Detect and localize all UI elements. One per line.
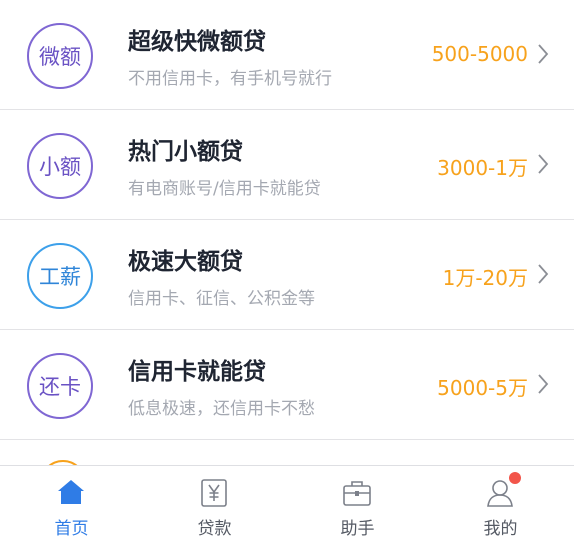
loan-subtitle: 有电商账号/信用卡就能贷 xyxy=(128,179,321,199)
loan-item-0[interactable]: 微额 超级快微额贷 不用信用卡，有手机号就行 500-5000 xyxy=(0,0,574,110)
loan-title: 信用卡就能贷 xyxy=(128,359,266,385)
tab-assistant[interactable]: 助手 xyxy=(286,466,429,552)
loan-item-3[interactable]: 还卡 信用卡就能贷 低息极速，还信用卡不愁 5000-5万 xyxy=(0,330,574,440)
notification-dot xyxy=(509,472,521,484)
loan-range: 500-5000 xyxy=(431,42,528,66)
briefcase-icon xyxy=(343,481,371,506)
chevron-right-icon xyxy=(538,44,549,64)
loan-badge: 还卡 xyxy=(27,353,93,419)
chevron-right-icon xyxy=(538,264,549,284)
bottom-tab-bar: 首页 贷款 助手 我的 xyxy=(0,465,574,552)
tab-home[interactable]: 首页 xyxy=(0,466,143,552)
loan-range: 5000-5万 xyxy=(437,376,528,400)
tab-label: 贷款 xyxy=(197,519,232,539)
home-icon xyxy=(58,480,84,504)
tab-mine[interactable]: 我的 xyxy=(429,466,572,552)
chevron-right-icon xyxy=(538,374,549,394)
loan-subtitle: 不用信用卡，有手机号就行 xyxy=(128,69,332,89)
loan-title: 极速大额贷 xyxy=(128,249,243,275)
loan-badge: 小额 xyxy=(27,133,93,199)
loan-title: 热门小额贷 xyxy=(128,139,243,165)
loan-badge: 微额 xyxy=(27,23,93,89)
loan-range: 3000-1万 xyxy=(437,156,528,180)
loan-item-2[interactable]: 工薪 极速大额贷 信用卡、征信、公积金等 1万-20万 xyxy=(0,220,574,330)
loan-subtitle: 信用卡、征信、公积金等 xyxy=(128,289,315,309)
tab-label: 首页 xyxy=(54,519,89,539)
tab-label: 我的 xyxy=(483,519,518,539)
loan-badge: 工薪 xyxy=(27,243,93,309)
yen-icon xyxy=(201,479,227,507)
loan-item-1[interactable]: 小额 热门小额贷 有电商账号/信用卡就能贷 3000-1万 xyxy=(0,110,574,220)
tab-loans[interactable]: 贷款 xyxy=(143,466,286,552)
loan-subtitle: 低息极速，还信用卡不愁 xyxy=(128,399,315,419)
loan-list: 微额 超级快微额贷 不用信用卡，有手机号就行 500-5000 小额 热门小额贷… xyxy=(0,0,574,440)
loan-range: 1万-20万 xyxy=(442,266,528,290)
tab-label: 助手 xyxy=(340,519,375,539)
chevron-right-icon xyxy=(538,154,549,174)
loan-title: 超级快微额贷 xyxy=(128,29,266,55)
